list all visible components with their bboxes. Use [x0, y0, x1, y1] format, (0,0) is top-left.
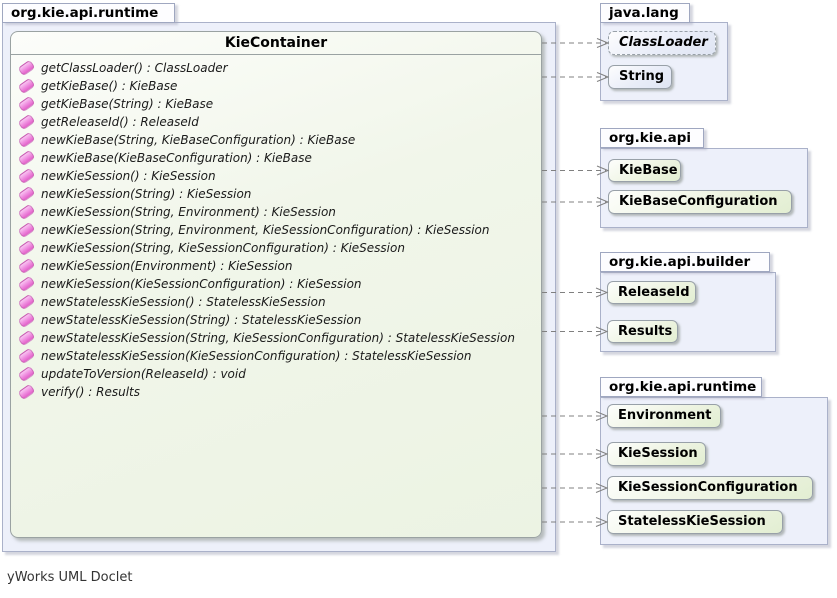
- method-icon: [17, 222, 35, 239]
- method-label: newKieSession(Environment) : KieSession: [41, 257, 292, 275]
- method-row[interactable]: getReleaseId() : ReleaseId: [11, 113, 541, 131]
- method-label: newKieSession(String, Environment, KieSe…: [41, 221, 489, 239]
- method-row[interactable]: newKieSession(String, KieSessionConfigur…: [11, 239, 541, 257]
- method-list: getClassLoader() : ClassLoadergetKieBase…: [11, 55, 541, 401]
- uml-diagram: org.kie.api.runtime KieContainer getClas…: [0, 0, 837, 598]
- class-title-kiecontainer[interactable]: KieContainer: [11, 32, 541, 55]
- method-label: updateToVersion(ReleaseId) : void: [41, 365, 246, 383]
- method-icon: [17, 366, 35, 383]
- method-icon: [17, 114, 35, 131]
- class-box-kiesession[interactable]: KieSession: [607, 442, 706, 466]
- package-tab-org-kie-api-runtime-right: org.kie.api.runtime: [600, 377, 762, 397]
- footer-credit: yWorks UML Doclet: [7, 570, 132, 585]
- method-row[interactable]: newKieBase(String, KieBaseConfiguration)…: [11, 131, 541, 149]
- method-icon: [17, 312, 35, 329]
- method-label: verify() : Results: [41, 383, 140, 401]
- method-icon: [17, 168, 35, 185]
- method-icon: [17, 204, 35, 221]
- method-label: newStatelessKieSession(String, KieSessio…: [41, 329, 515, 347]
- method-label: newKieSession(String, Environment) : Kie…: [41, 203, 336, 221]
- method-icon: [17, 60, 35, 77]
- method-label: newStatelessKieSession(String) : Statele…: [41, 311, 361, 329]
- method-label: newStatelessKieSession(KieSessionConfigu…: [41, 347, 472, 365]
- method-row[interactable]: newKieSession(Environment) : KieSession: [11, 257, 541, 275]
- method-label: newStatelessKieSession() : StatelessKieS…: [41, 293, 326, 311]
- method-label: newKieSession(KieSessionConfiguration) :…: [41, 275, 362, 293]
- package-tab-org-kie-api-builder: org.kie.api.builder: [600, 252, 770, 272]
- package-tab-org-kie-api: org.kie.api: [600, 128, 704, 148]
- method-row[interactable]: updateToVersion(ReleaseId) : void: [11, 365, 541, 383]
- method-label: getReleaseId() : ReleaseId: [41, 113, 199, 131]
- package-tab-left-org-kie-api-runtime: org.kie.api.runtime: [2, 3, 175, 23]
- method-row[interactable]: getClassLoader() : ClassLoader: [11, 59, 541, 77]
- class-box-kiecontainer[interactable]: KieContainer getClassLoader() : ClassLoa…: [10, 31, 542, 538]
- method-icon: [17, 294, 35, 311]
- method-row[interactable]: newStatelessKieSession(String, KieSessio…: [11, 329, 541, 347]
- method-label: newKieSession(String, KieSessionConfigur…: [41, 239, 405, 257]
- method-row[interactable]: newKieSession(String, Environment, KieSe…: [11, 221, 541, 239]
- class-box-classloader[interactable]: ClassLoader: [608, 31, 716, 55]
- method-icon: [17, 258, 35, 275]
- class-box-kiesessionconfiguration[interactable]: KieSessionConfiguration: [607, 476, 813, 500]
- method-icon: [17, 96, 35, 113]
- method-row[interactable]: getKieBase(String) : KieBase: [11, 95, 541, 113]
- method-row[interactable]: newStatelessKieSession(KieSessionConfigu…: [11, 347, 541, 365]
- method-row[interactable]: newKieBase(KieBaseConfiguration) : KieBa…: [11, 149, 541, 167]
- method-icon: [17, 132, 35, 149]
- method-icon: [17, 276, 35, 293]
- class-box-releaseid[interactable]: ReleaseId: [607, 281, 696, 304]
- method-label: getKieBase(String) : KieBase: [41, 95, 213, 113]
- method-icon: [17, 186, 35, 203]
- method-row[interactable]: newKieSession(String, Environment) : Kie…: [11, 203, 541, 221]
- method-icon: [17, 240, 35, 257]
- method-label: newKieBase(KieBaseConfiguration) : KieBa…: [41, 149, 312, 167]
- method-row[interactable]: newKieSession(KieSessionConfiguration) :…: [11, 275, 541, 293]
- class-box-string[interactable]: String: [608, 65, 672, 89]
- method-row[interactable]: newKieSession(String) : KieSession: [11, 185, 541, 203]
- method-label: newKieSession() : KieSession: [41, 167, 216, 185]
- method-row[interactable]: verify() : Results: [11, 383, 541, 401]
- method-icon: [17, 330, 35, 347]
- method-row[interactable]: newKieSession() : KieSession: [11, 167, 541, 185]
- method-icon: [17, 348, 35, 365]
- method-icon: [17, 150, 35, 167]
- method-icon: [17, 384, 35, 401]
- class-box-environment[interactable]: Environment: [607, 404, 721, 428]
- method-label: newKieBase(String, KieBaseConfiguration)…: [41, 131, 355, 149]
- method-row[interactable]: getKieBase() : KieBase: [11, 77, 541, 95]
- class-box-statelesskiesession[interactable]: StatelessKieSession: [607, 510, 783, 534]
- package-tab-java-lang: java.lang: [600, 3, 690, 23]
- class-box-results[interactable]: Results: [607, 320, 678, 343]
- method-icon: [17, 78, 35, 95]
- method-label: getClassLoader() : ClassLoader: [41, 59, 228, 77]
- method-label: newKieSession(String) : KieSession: [41, 185, 251, 203]
- method-row[interactable]: newStatelessKieSession() : StatelessKieS…: [11, 293, 541, 311]
- class-box-kiebaseconfiguration[interactable]: KieBaseConfiguration: [608, 190, 792, 214]
- method-label: getKieBase() : KieBase: [41, 77, 177, 95]
- class-box-kiebase[interactable]: KieBase: [608, 159, 681, 182]
- method-row[interactable]: newStatelessKieSession(String) : Statele…: [11, 311, 541, 329]
